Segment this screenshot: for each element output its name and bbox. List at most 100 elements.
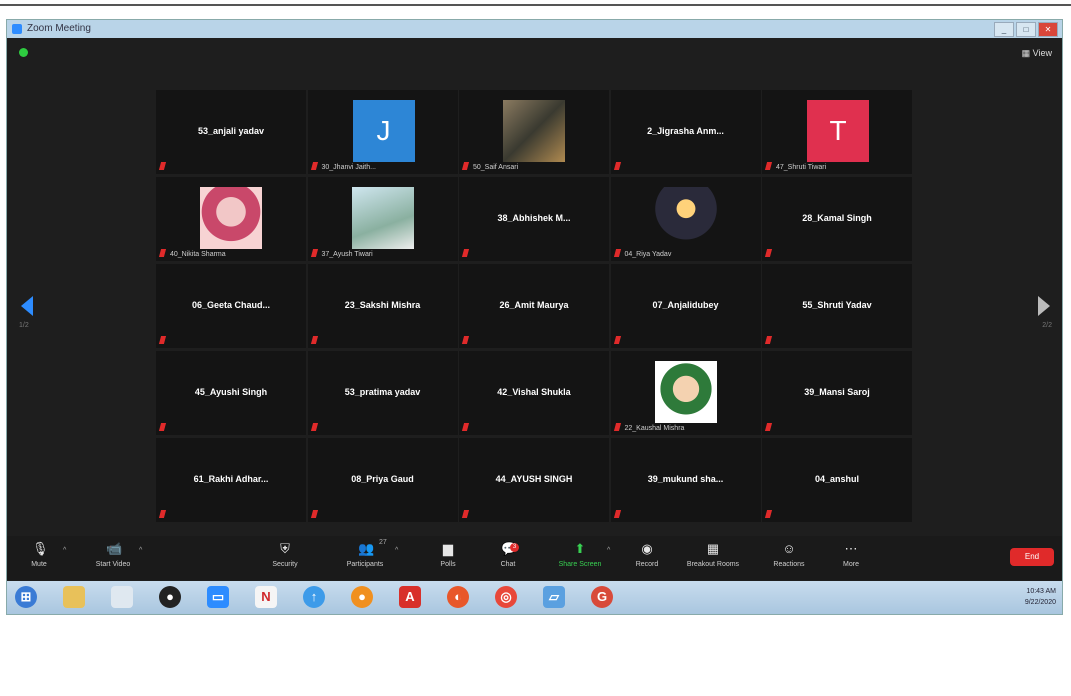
page-indicator-left: 1/2: [19, 322, 29, 329]
pdf-reader-icon[interactable]: A: [399, 586, 421, 608]
polls-button[interactable]: ▆ Polls: [420, 542, 476, 569]
participant-tile[interactable]: 39_Mansi Saroj: [762, 351, 912, 435]
participant-name: 07_Anjalidubey: [652, 300, 719, 310]
file-explorer-icon[interactable]: [63, 586, 85, 608]
upload-app-icon[interactable]: ↑: [303, 586, 325, 608]
share-options-caret-icon[interactable]: ^: [607, 547, 610, 554]
record-button[interactable]: ◉ Record: [619, 542, 675, 569]
share-screen-button[interactable]: ⬆ Share Screen: [552, 542, 608, 569]
breakout-rooms-icon: ▦: [706, 541, 720, 556]
muted-mic-icon: [461, 336, 470, 344]
participant-tile[interactable]: 44_AYUSH SINGH: [459, 438, 609, 522]
participant-tile[interactable]: 23_Sakshi Mishra: [307, 264, 458, 348]
participants-count: 27: [379, 539, 387, 546]
microphone-icon: 🎙: [32, 541, 49, 556]
participant-tile[interactable]: 39_mukund sha...: [610, 438, 761, 522]
security-button[interactable]: ⛨ Security: [257, 542, 313, 569]
participant-name: 39_Mansi Saroj: [804, 387, 870, 397]
chat-label: Chat: [500, 561, 516, 568]
muted-mic-icon: [764, 162, 773, 170]
end-meeting-button[interactable]: End: [1010, 548, 1054, 566]
chat-app-icon[interactable]: ▱: [543, 586, 565, 608]
muted-mic-icon: [310, 510, 318, 518]
participant-tile[interactable]: 45_Ayushi Singh: [156, 351, 306, 435]
breakout-rooms-button[interactable]: ▦ Breakout Rooms: [685, 541, 741, 569]
participant-name: 37_Ayush Tiwari: [321, 251, 373, 258]
muted-mic-icon: [158, 423, 167, 431]
security-shield-icon[interactable]: [19, 48, 28, 57]
start-video-label: Start Video: [95, 561, 131, 568]
participant-name: 2_Jigrasha Anm...: [647, 126, 724, 136]
participant-name: 53_anjali yadav: [197, 126, 265, 136]
muted-mic-icon: [613, 162, 621, 170]
muted-mic-icon: [310, 249, 318, 257]
zoom-taskbar-icon[interactable]: ▭: [207, 586, 229, 608]
muted-mic-icon: [613, 249, 621, 257]
participant-tile[interactable]: 53_anjali yadav: [156, 90, 306, 174]
participant-tile[interactable]: 42_Vishal Shukla: [459, 351, 609, 435]
participant-tile[interactable]: 22_Kaushal Mishra: [610, 351, 761, 435]
scan-top-border: [0, 4, 1071, 6]
participant-tile[interactable]: 55_Shruti Yadav: [762, 264, 912, 348]
participant-tile[interactable]: 26_Amit Maurya: [459, 264, 609, 348]
muted-mic-icon: [158, 336, 167, 344]
muted-mic-icon: [461, 423, 470, 431]
firefox-icon[interactable]: ◐: [447, 586, 469, 608]
participant-tile[interactable]: 2_Jigrasha Anm...: [610, 90, 761, 174]
prev-page-arrow-icon[interactable]: [21, 296, 33, 316]
muted-mic-icon: [310, 423, 318, 431]
participant-avatar: J: [352, 100, 415, 162]
muted-mic-icon: [461, 510, 470, 518]
blank-app-icon[interactable]: [111, 586, 133, 608]
participant-name: 50_Saif Ansari: [473, 164, 519, 171]
participant-name: 04_anshul: [814, 474, 860, 484]
video-options-caret-icon[interactable]: ^: [139, 547, 142, 554]
chrome-icon[interactable]: ◎: [495, 586, 517, 608]
muted-mic-icon: [613, 336, 621, 344]
participants-options-caret-icon[interactable]: ^: [395, 547, 398, 554]
participant-tile[interactable]: 06_Geeta Chaud...: [156, 264, 306, 348]
participant-tile[interactable]: 28_Kamal Singh: [762, 177, 912, 261]
start-video-button[interactable]: 📹 Start Video: [85, 542, 141, 569]
chrome-profile-icon[interactable]: G: [591, 586, 613, 608]
participant-tile[interactable]: 53_pratima yadav: [307, 351, 458, 435]
participant-tile[interactable]: 61_Rakhi Adhar...: [156, 438, 306, 522]
maximize-button[interactable]: □: [1016, 22, 1036, 37]
window-title: Zoom Meeting: [27, 23, 91, 34]
participant-tile[interactable]: 50_Saif Ansari: [459, 90, 609, 174]
participant-name: 42_Vishal Shukla: [497, 387, 571, 397]
participant-name: 26_Amit Maurya: [499, 300, 569, 310]
muted-mic-icon: [310, 336, 318, 344]
participants-icon: 👥: [358, 541, 375, 556]
participant-photo: [351, 187, 414, 249]
obs-icon[interactable]: ●: [159, 586, 181, 608]
more-button[interactable]: ⋯ More: [823, 542, 879, 569]
participant-tile[interactable]: T 47_Shruti Tiwari: [762, 90, 912, 174]
zoom-window: Zoom Meeting _ □ ✕ ▦ View 1/2 2/2 53_anj…: [7, 20, 1062, 614]
close-button[interactable]: ✕: [1038, 22, 1058, 37]
n-app-icon[interactable]: N: [255, 586, 277, 608]
media-player-icon[interactable]: ●: [351, 586, 373, 608]
participant-tile[interactable]: 08_Priya Gaud: [307, 438, 458, 522]
next-page-arrow-icon[interactable]: [1038, 296, 1050, 316]
system-tray: 10:43 AM 9/22/2020: [1025, 586, 1056, 608]
participant-tile[interactable]: 40_Nikita Sharma: [156, 177, 306, 261]
participant-name: 55_Shruti Yadav: [802, 300, 872, 310]
muted-mic-icon: [158, 510, 167, 518]
participant-tile[interactable]: 37_Ayush Tiwari: [307, 177, 458, 261]
participant-photo: [654, 361, 717, 423]
participant-tile[interactable]: 07_Anjalidubey: [610, 264, 761, 348]
page-indicator-right: 2/2: [1042, 322, 1052, 329]
view-button[interactable]: ▦ View: [1022, 48, 1052, 59]
participant-tile[interactable]: 04_anshul: [762, 438, 912, 522]
zoom-app-icon: [12, 24, 22, 34]
participant-tile[interactable]: J 30_Jhanvi Jaith...: [307, 90, 458, 174]
start-button-icon[interactable]: ⊞: [15, 586, 37, 608]
participant-tile[interactable]: 38_Abhishek M...: [459, 177, 609, 261]
participant-tile[interactable]: 04_Riya Yadav: [610, 177, 761, 261]
chat-button[interactable]: 💬 3 Chat: [480, 542, 536, 568]
mute-button[interactable]: 🎙 Mute: [11, 541, 67, 569]
reactions-button[interactable]: ☺ Reactions: [761, 542, 817, 569]
minimize-button[interactable]: _: [994, 22, 1014, 37]
mute-options-caret-icon[interactable]: ^: [63, 547, 66, 554]
